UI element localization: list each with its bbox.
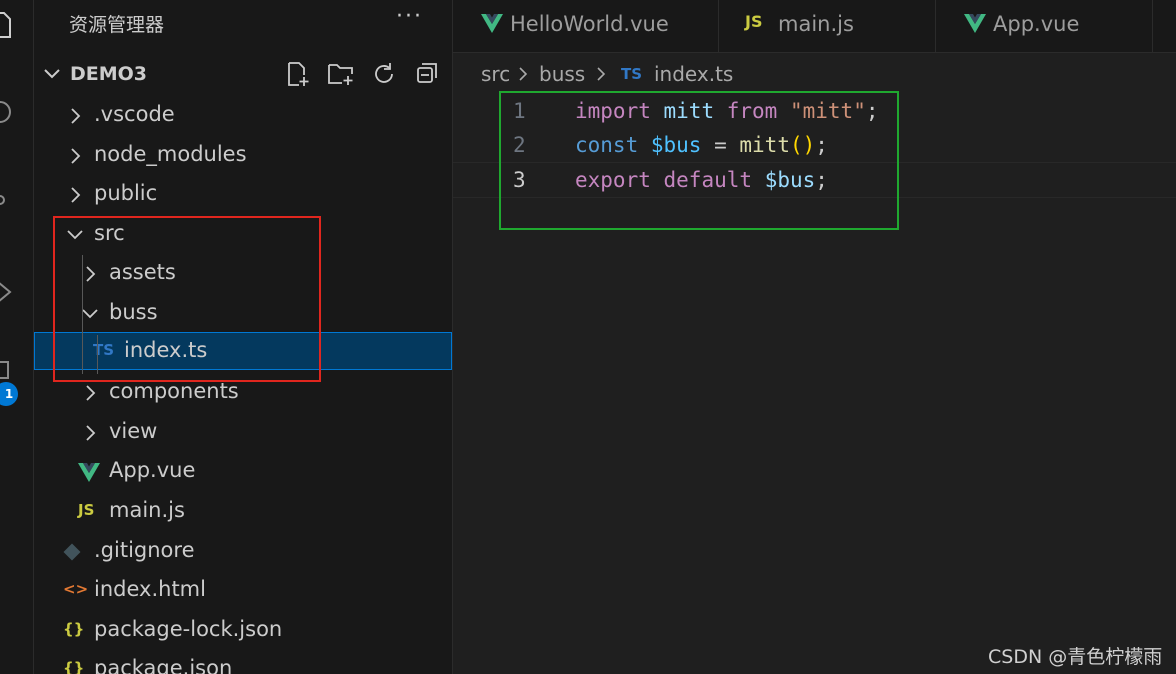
tab-label: HelloWorld.vue	[510, 12, 669, 36]
chevron-right-icon	[86, 385, 96, 401]
tree-item[interactable]: {} package-lock.json	[34, 611, 452, 649]
chevron-right-icon	[517, 64, 529, 88]
tree-item-label: package.json	[94, 656, 233, 674]
new-file-icon[interactable]	[284, 60, 312, 88]
files-icon[interactable]	[0, 2, 33, 42]
source-control-icon[interactable]	[0, 180, 33, 220]
tree-item[interactable]: <> index.html	[34, 571, 452, 609]
vue-icon	[481, 14, 503, 33]
tree-item-label: main.js	[109, 498, 185, 522]
tree-item-label: .gitignore	[94, 537, 195, 562]
tree-item-label: index.html	[94, 577, 206, 602]
search-icon[interactable]	[0, 92, 33, 132]
red-annotation-box	[53, 216, 321, 382]
refresh-icon[interactable]	[370, 60, 398, 88]
breadcrumb-item-src[interactable]: src	[481, 62, 510, 86]
tab-main-js[interactable]: JS main.js	[719, 0, 936, 52]
breadcrumb-item-file[interactable]: index.ts	[654, 62, 733, 86]
tab-app-vue[interactable]: App.vue	[936, 0, 1153, 52]
workspace-name: DEMO3	[70, 63, 148, 85]
chevron-right-icon	[71, 187, 81, 203]
ellipsis-icon[interactable]: ···	[396, 4, 423, 29]
tree-item-label: components	[109, 379, 239, 404]
html-file-icon: <>	[63, 580, 89, 599]
tree-item[interactable]: {} package.json	[34, 650, 452, 674]
json-file-icon: {}	[63, 659, 85, 674]
tree-item-label: .vscode	[94, 102, 175, 126]
explorer-title: 资源管理器	[69, 14, 165, 36]
tab-label: main.js	[778, 12, 854, 36]
vue-icon	[964, 14, 986, 33]
tree-item[interactable]: public	[34, 175, 452, 213]
js-icon: JS	[745, 12, 763, 31]
tree-item[interactable]: view	[34, 413, 452, 451]
tab-label: App.vue	[993, 12, 1080, 36]
tree-item[interactable]: .vscode	[34, 96, 452, 134]
git-icon	[63, 543, 81, 565]
run-debug-icon[interactable]	[0, 270, 33, 310]
watermark: CSDN @青色柠檬雨	[988, 646, 1163, 668]
js-file-icon: JS	[78, 501, 95, 519]
notification-badge: 1	[0, 382, 18, 406]
vue-icon	[78, 463, 100, 487]
green-annotation-box	[499, 91, 899, 230]
tree-item[interactable]: JS main.js	[34, 492, 452, 530]
breadcrumb-item-buss[interactable]: buss	[539, 62, 585, 86]
tree-item[interactable]: .gitignore	[34, 532, 452, 570]
new-folder-icon[interactable]	[326, 60, 354, 88]
tree-item[interactable]: node_modules	[34, 136, 452, 174]
activity-bar: 1	[0, 0, 34, 674]
tree-item-label: App.vue	[109, 458, 196, 483]
chevron-right-icon	[595, 64, 607, 88]
tree-item-label: node_modules	[94, 141, 247, 166]
chevron-right-icon	[86, 425, 96, 441]
tree-item-label: package-lock.json	[94, 616, 283, 641]
chevron-down-icon	[44, 69, 60, 79]
tree-item[interactable]: App.vue	[34, 452, 452, 490]
tree-item-label: public	[94, 181, 158, 206]
chevron-right-icon	[71, 108, 81, 124]
explorer-section-header[interactable]: DEMO3	[34, 56, 452, 92]
collapse-all-icon[interactable]	[414, 60, 442, 88]
chevron-right-icon	[71, 147, 81, 164]
ts-file-icon: TS	[621, 65, 643, 83]
editor-tabs: HelloWorld.vue JS main.js App.vue	[453, 0, 1176, 53]
tab-helloworld-vue[interactable]: HelloWorld.vue	[453, 0, 719, 52]
json-file-icon: {}	[63, 619, 85, 638]
tree-item-label: view	[109, 418, 158, 443]
